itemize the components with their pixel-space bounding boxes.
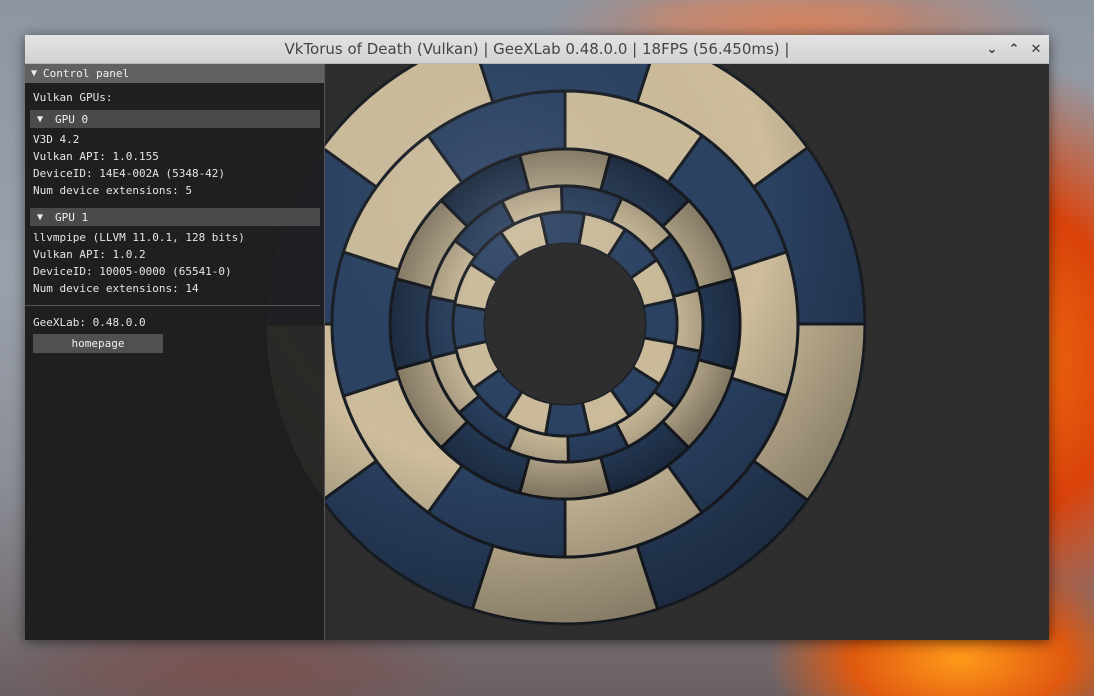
window-titlebar[interactable]: VkTorus of Death (Vulkan) | GeeXLab 0.48… (25, 35, 1049, 64)
desktop-cloud (640, 0, 900, 40)
window-title: VkTorus of Death (Vulkan) | GeeXLab 0.48… (284, 40, 790, 58)
gpu-0-name: V3D 4.2 (33, 133, 80, 146)
gpu-0-vulkan-api: Vulkan API: 1.0.155 (33, 150, 159, 163)
collapse-triangle-icon: ▼ (37, 113, 44, 125)
collapse-triangle-icon: ▼ (37, 211, 44, 223)
gpu-1-header[interactable]: ▼ GPU 1 (30, 208, 320, 226)
gpu-1-title: GPU 1 (55, 210, 89, 224)
gpu-1-vulkan-api: Vulkan API: 1.0.2 (33, 248, 146, 261)
homepage-button[interactable]: homepage (33, 334, 163, 353)
gpu-1-device-id: DeviceID: 10005-0000 (65541-0) (33, 265, 232, 278)
collapse-triangle-icon: ▼ (31, 68, 38, 79)
gpu-1-extensions: Num device extensions: 14 (33, 282, 199, 295)
vulkan-gpus-label: Vulkan GPUs: (33, 91, 113, 104)
torus-hole (485, 244, 645, 404)
minimize-button[interactable]: ⌄ (985, 42, 999, 57)
desktop-cloud (70, 640, 370, 690)
maximize-button[interactable]: ⌃ (1007, 42, 1021, 57)
panel-divider (25, 305, 320, 306)
control-panel: ▼ Control panel Vulkan GPUs: ▼ GPU 0 V3D… (25, 64, 325, 640)
close-button[interactable]: ✕ (1029, 42, 1043, 57)
geexlab-version: GeeXLab: 0.48.0.0 (33, 316, 146, 329)
gpu-0-header[interactable]: ▼ GPU 0 (30, 110, 320, 128)
gpu-0-title: GPU 0 (55, 112, 89, 126)
gpu-1-name: llvmpipe (LLVM 11.0.1, 128 bits) (33, 231, 245, 244)
gpu-0-extensions: Num device extensions: 5 (33, 184, 192, 197)
control-panel-title: Control panel (43, 67, 130, 80)
app-window: VkTorus of Death (Vulkan) | GeeXLab 0.48… (25, 35, 1049, 640)
render-viewport[interactable]: ▼ Control panel Vulkan GPUs: ▼ GPU 0 V3D… (25, 64, 1049, 640)
control-panel-header[interactable]: ▼ Control panel (25, 64, 324, 83)
window-controls: ⌄ ⌃ ✕ (985, 35, 1043, 63)
gpu-0-device-id: DeviceID: 14E4-002A (5348-42) (33, 167, 226, 180)
